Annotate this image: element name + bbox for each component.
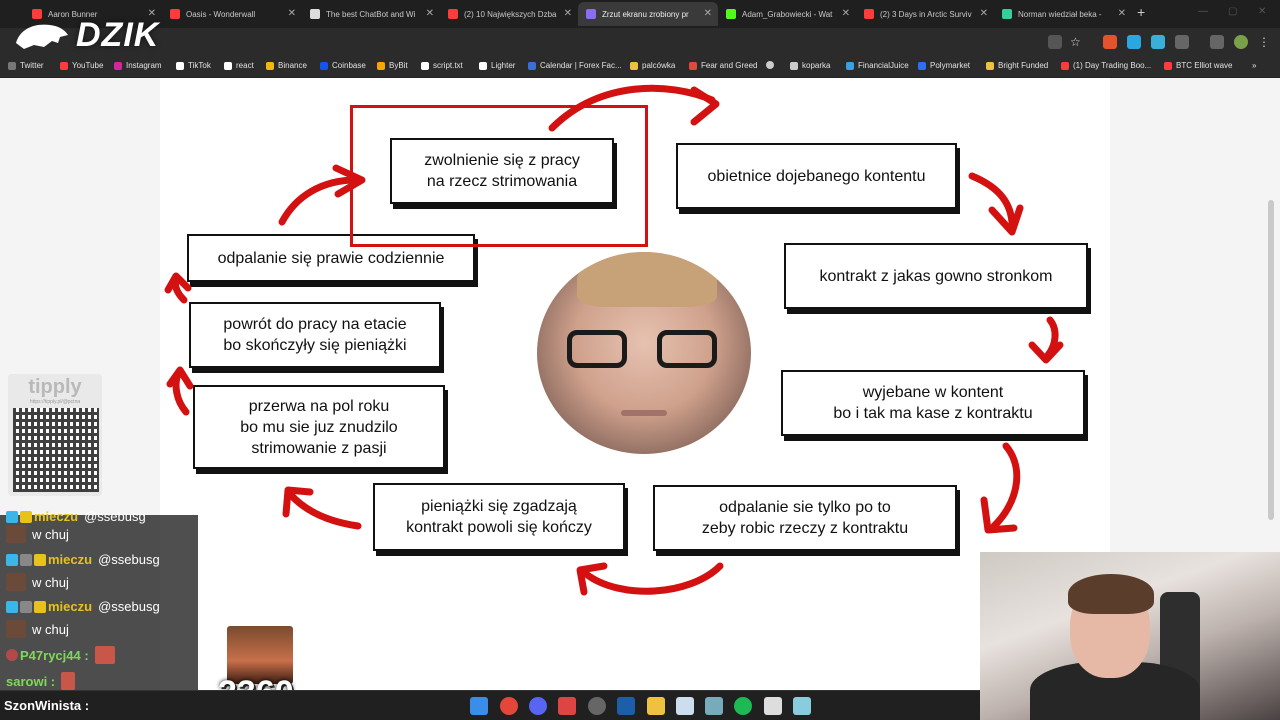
- arrow: [582, 562, 724, 595]
- windows-start-icon[interactable]: [470, 697, 488, 715]
- badge-icon: [20, 553, 32, 566]
- steam-icon[interactable]: [617, 697, 635, 715]
- badge-icon: [34, 600, 46, 613]
- chat-message: mieczu @ssebusg: [6, 599, 160, 614]
- boar-icon: [16, 24, 68, 49]
- badge-icon: [20, 510, 32, 523]
- arrow: [548, 84, 716, 132]
- badge-icon: [6, 553, 18, 566]
- emote-icon: [6, 620, 26, 638]
- screen: { "browser": { "tabs": [ {"label": "Aaro…: [0, 0, 1280, 720]
- app-icon[interactable]: [676, 697, 694, 715]
- badge-icon: [6, 600, 18, 613]
- badge-icon: [34, 553, 46, 566]
- dzik-logo: DZIK: [14, 16, 159, 55]
- chat-message: w chuj: [6, 525, 69, 543]
- arrow-head: [988, 204, 1024, 236]
- chat-message: mieczu @ssebusg: [6, 552, 160, 567]
- arrow-head: [690, 86, 720, 126]
- chat-message: mieczu @ssebusg: [6, 509, 146, 524]
- emote-icon: [94, 646, 115, 664]
- badge-icon: [6, 649, 18, 661]
- arrow: [990, 442, 1021, 530]
- obs-icon[interactable]: [588, 697, 606, 715]
- chat-message: sarowi :: [6, 672, 81, 690]
- app-icon[interactable]: [764, 697, 782, 715]
- webcam-feed: [980, 552, 1280, 720]
- badge-icon: [6, 510, 18, 523]
- chat-overlay: mieczu @ssebusg w chuj mieczu @ssebusg w c…: [0, 509, 198, 690]
- chat-username: SzonWinista :: [4, 698, 90, 713]
- app-icon[interactable]: [558, 697, 576, 715]
- tipply-qr-card: tipply https://tipply.pl/@pctna: [8, 374, 102, 496]
- emote-icon: [6, 573, 26, 591]
- notepad-icon[interactable]: [793, 697, 811, 715]
- spotify-icon[interactable]: [734, 697, 752, 715]
- folder-icon[interactable]: [647, 697, 665, 715]
- emote-icon: [61, 672, 76, 690]
- chat-message: w chuj: [6, 573, 69, 591]
- chrome-icon[interactable]: [500, 697, 518, 715]
- app-icon[interactable]: [705, 697, 723, 715]
- badge-icon: [20, 600, 32, 613]
- arrow: [286, 490, 362, 530]
- qr-code: [13, 408, 99, 492]
- chat-message: w chuj: [6, 620, 69, 638]
- chat-message: P47rycj44 :: [6, 646, 121, 664]
- discord-icon[interactable]: [529, 697, 547, 715]
- emote-icon: [6, 525, 26, 543]
